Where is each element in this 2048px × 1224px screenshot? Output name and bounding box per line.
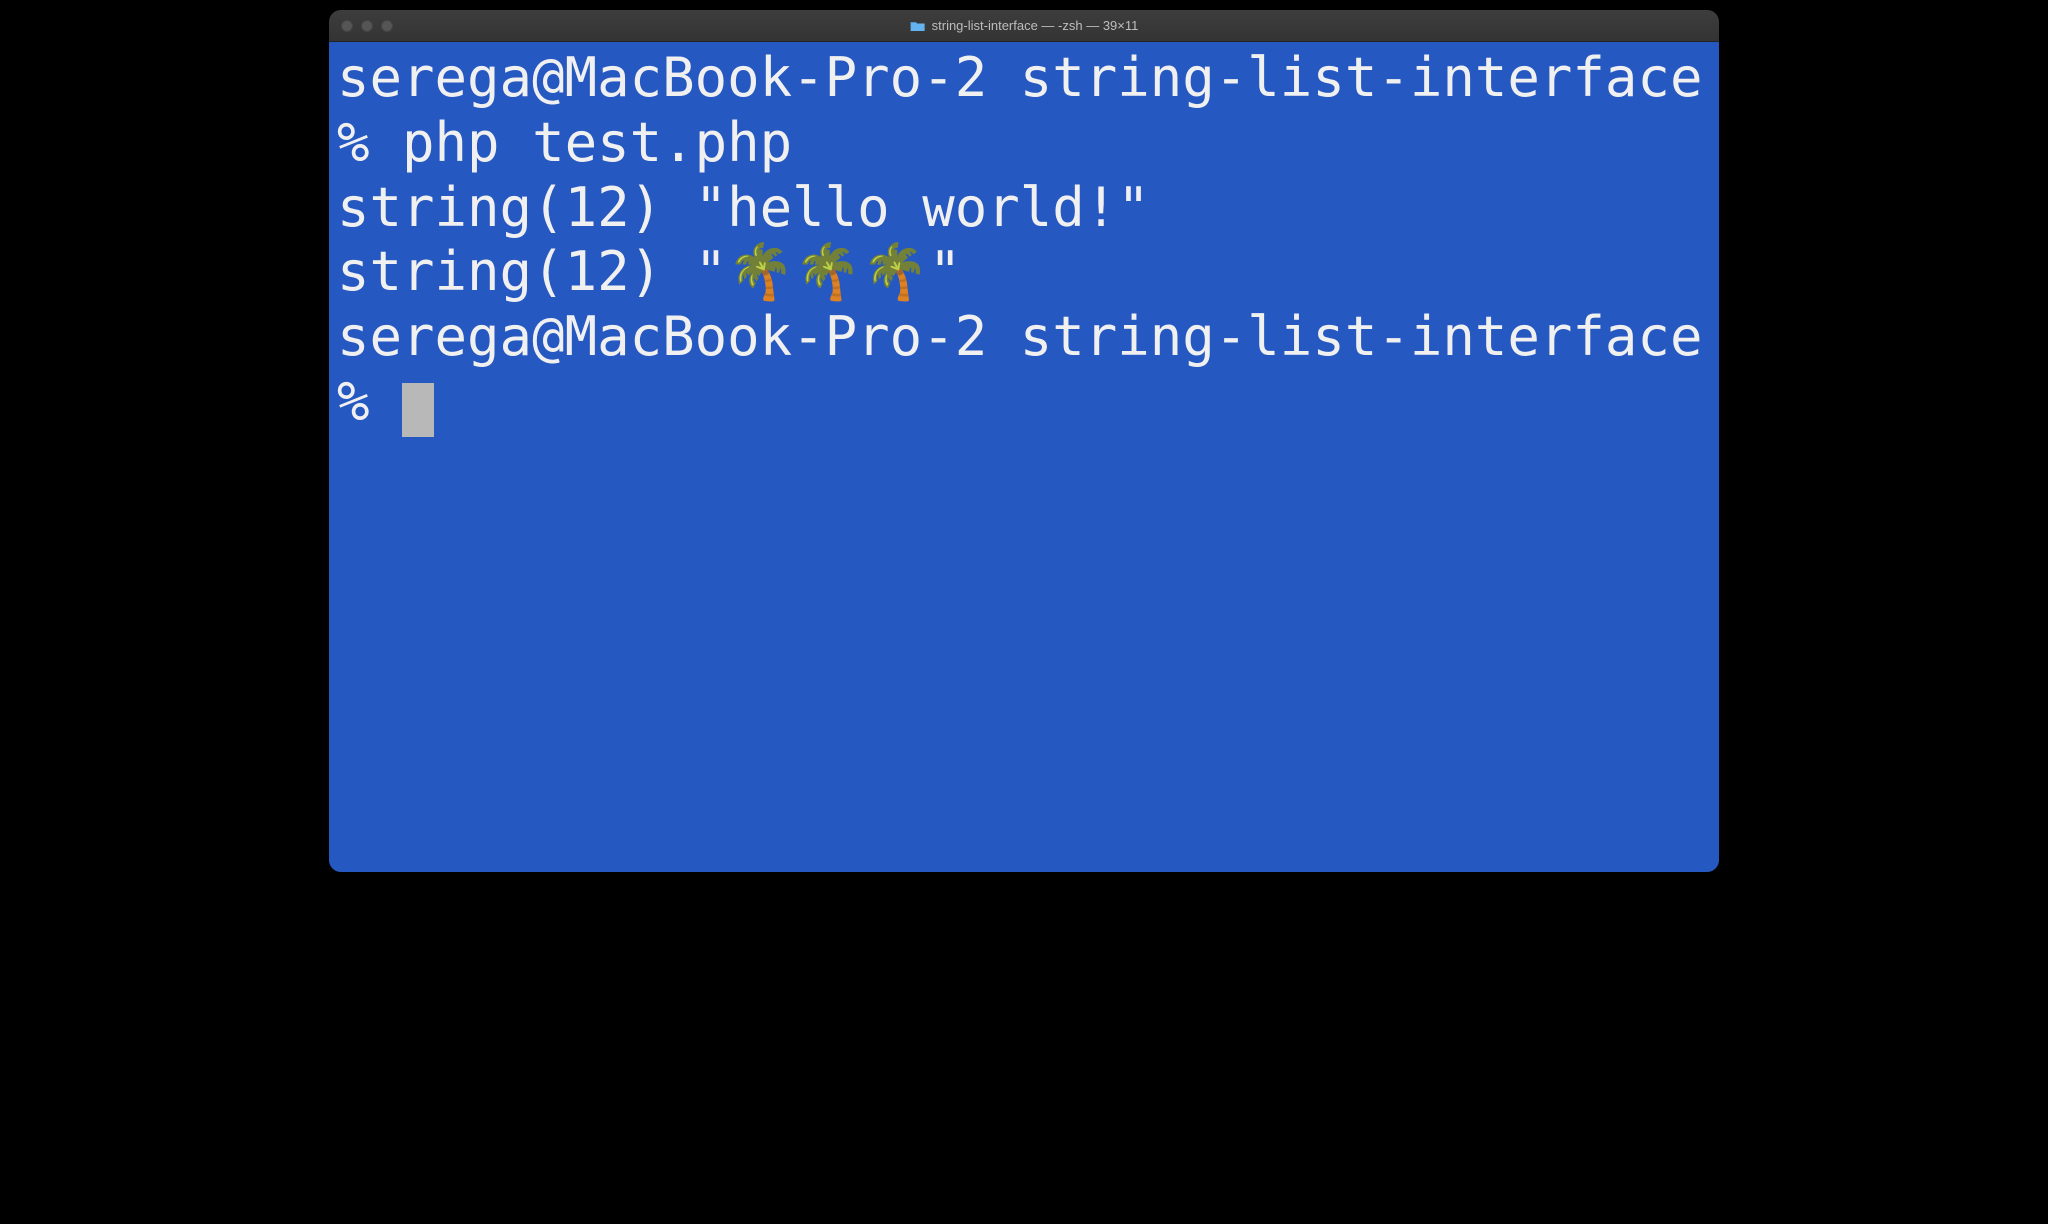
terminal-line: serega@MacBook-Pro-2 string-list-interfa… (337, 305, 1711, 435)
zoom-button[interactable] (381, 20, 393, 32)
folder-icon (910, 20, 926, 32)
close-button[interactable] (341, 20, 353, 32)
cursor (402, 383, 434, 437)
window-title-text: string-list-interface — -zsh — 39×11 (932, 18, 1139, 33)
terminal-line: string(12) "🌴🌴🌴" (337, 240, 1711, 305)
terminal-window: string-list-interface — -zsh — 39×11 ser… (329, 10, 1719, 872)
terminal-body[interactable]: serega@MacBook-Pro-2 string-list-interfa… (329, 42, 1719, 872)
traffic-lights (341, 20, 393, 32)
prompt-text: serega@MacBook-Pro-2 string-list-interfa… (337, 305, 1719, 433)
window-title: string-list-interface — -zsh — 39×11 (910, 18, 1139, 33)
terminal-line: string(12) "hello world!" (337, 176, 1711, 241)
window-titlebar[interactable]: string-list-interface — -zsh — 39×11 (329, 10, 1719, 42)
minimize-button[interactable] (361, 20, 373, 32)
terminal-line: serega@MacBook-Pro-2 string-list-interfa… (337, 46, 1711, 176)
